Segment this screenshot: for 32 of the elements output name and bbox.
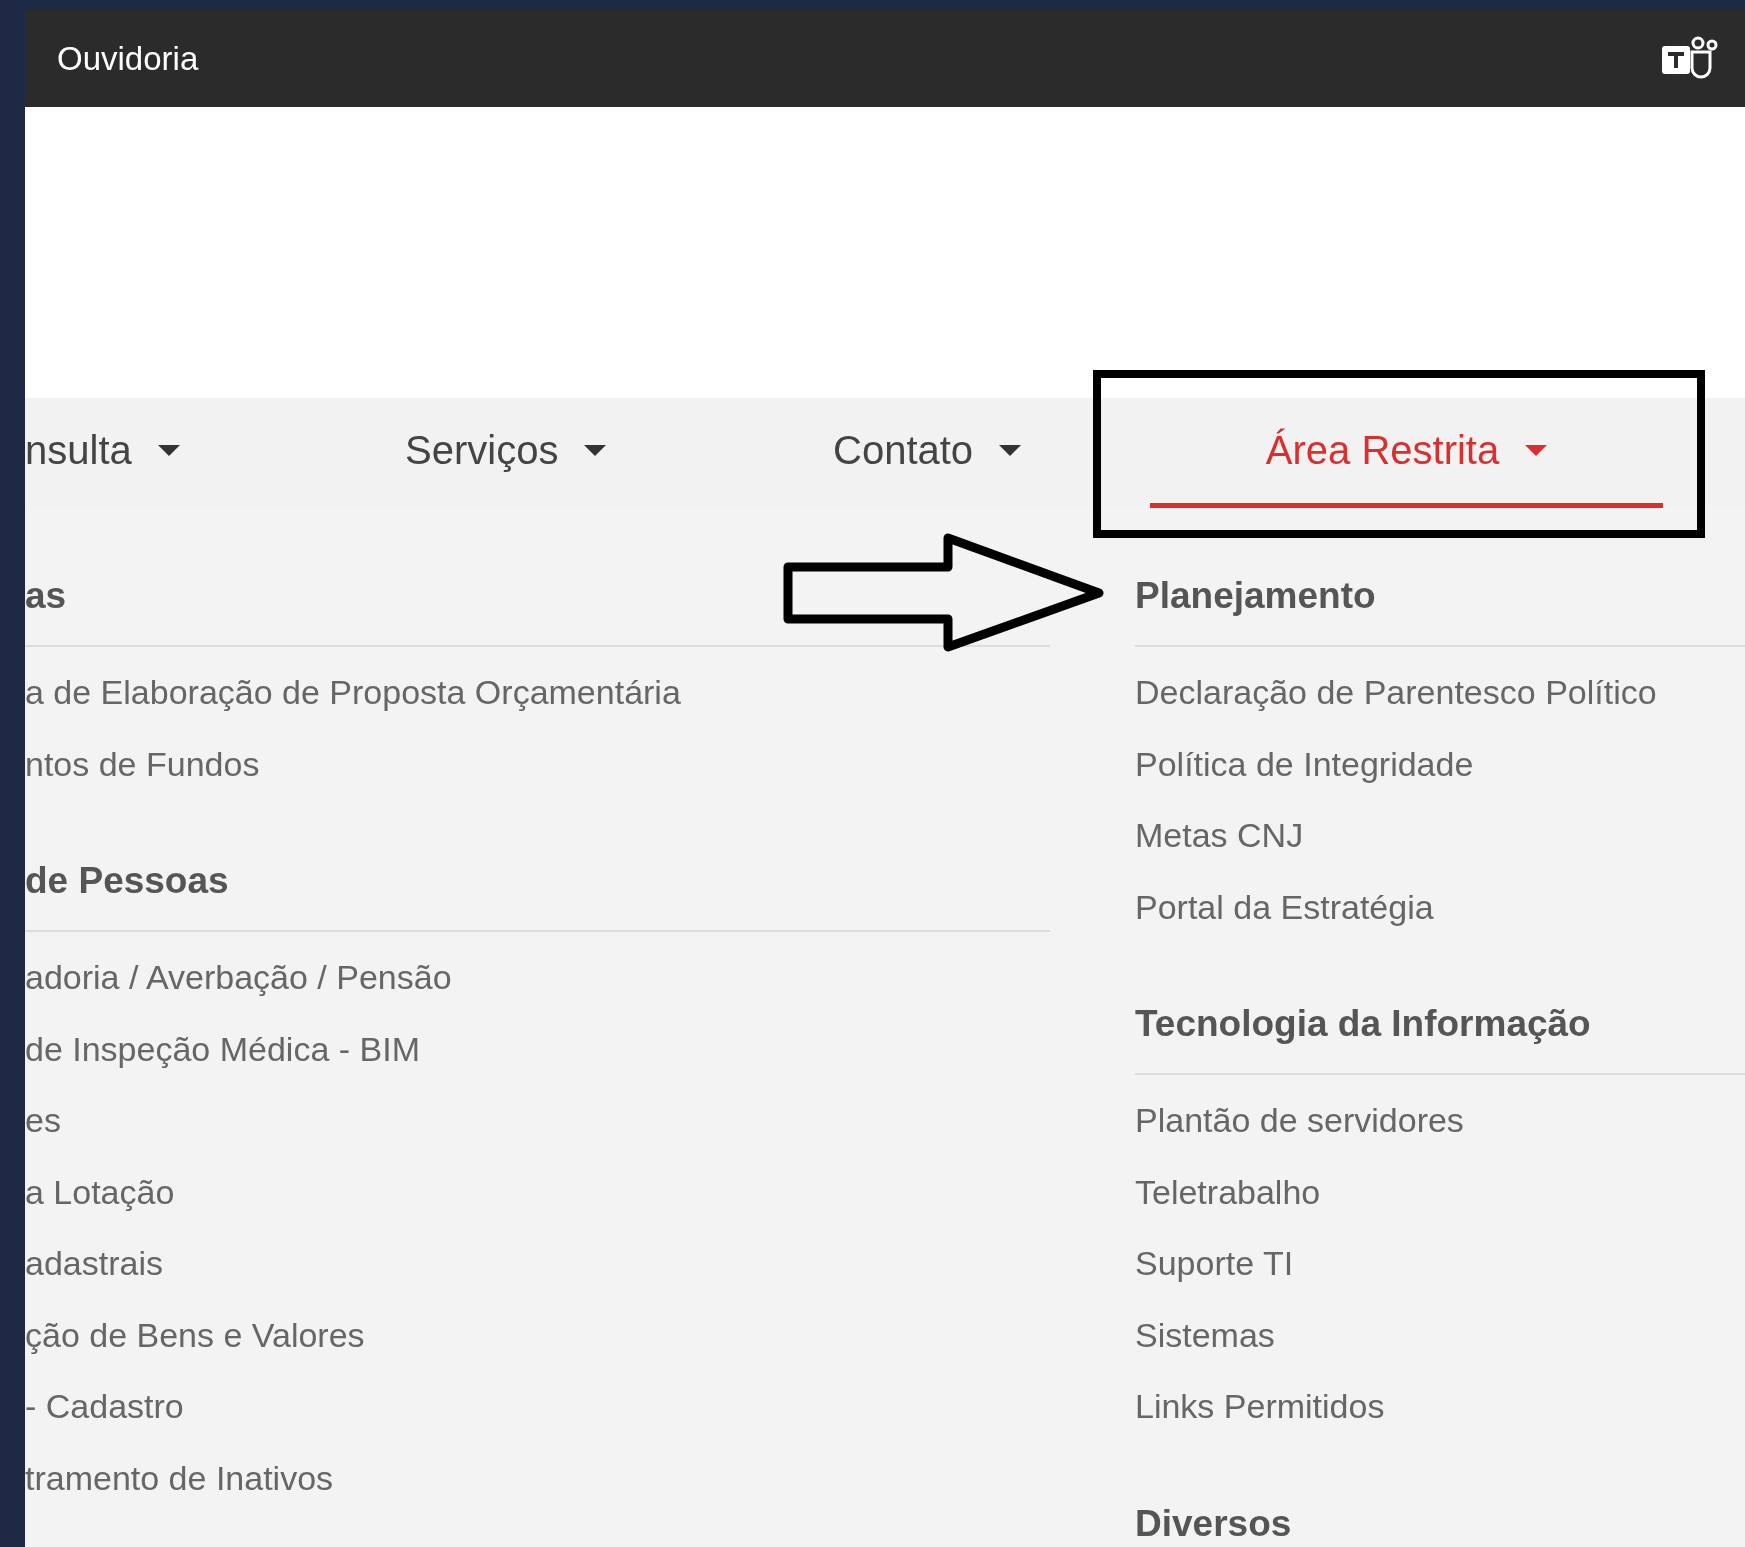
nav-menu-item[interactable]: nsulta <box>25 398 180 508</box>
caret-icon <box>999 445 1022 456</box>
menu-link[interactable]: de Inspeção Médica - BIM <box>25 1013 420 1085</box>
section-heading: Diversos <box>1135 1501 1293 1546</box>
menu-link[interactable]: adoria / Averbação / Pensão <box>25 942 452 1014</box>
menu-link[interactable]: Metas CNJ <box>1135 800 1304 872</box>
menu-link[interactable]: Teletrabalho <box>1135 1156 1321 1228</box>
section-heading: de Pessoas <box>25 859 230 903</box>
nav-menu-item[interactable]: Serviços <box>405 398 607 508</box>
menu-link[interactable]: Política de Integridade <box>1135 728 1474 800</box>
nav-menu-item[interactable]: Contato <box>833 398 1022 508</box>
caret-icon <box>1525 445 1548 456</box>
menu-link[interactable]: Plantão de servidores <box>1135 1085 1464 1157</box>
menu-link[interactable]: Declaração de Parentesco Político <box>1135 657 1657 729</box>
menu-link[interactable]: ntos de Fundos <box>25 728 260 800</box>
menu-link[interactable]: Portal da Estratégia <box>1135 871 1434 943</box>
caret-icon <box>157 445 180 456</box>
section-heading: Planejamento <box>1135 574 1377 618</box>
menu-link[interactable]: Links Permitidos <box>1135 1371 1385 1443</box>
menu-link[interactable]: - Cadastro <box>25 1371 184 1443</box>
site-title: Ouvidoria <box>57 39 199 78</box>
section-heading: Tecnologia da Informação <box>1135 1002 1592 1046</box>
menu-link[interactable]: adastrais <box>25 1228 163 1300</box>
caret-icon <box>584 445 607 456</box>
menu-link[interactable]: Suporte TI <box>1135 1228 1294 1300</box>
menu-link[interactable]: es <box>25 1085 61 1157</box>
section-heading: as <box>25 574 68 618</box>
menu-link[interactable]: ção de Bens e Valores <box>25 1299 365 1371</box>
menu-link[interactable]: a de Elaboração de Proposta Orçamentária <box>25 657 681 729</box>
menu-link[interactable]: tramento de Inativos <box>25 1442 334 1514</box>
menu-link[interactable]: a Lotação <box>25 1156 175 1228</box>
menu-link[interactable]: Sistemas <box>1135 1299 1275 1371</box>
